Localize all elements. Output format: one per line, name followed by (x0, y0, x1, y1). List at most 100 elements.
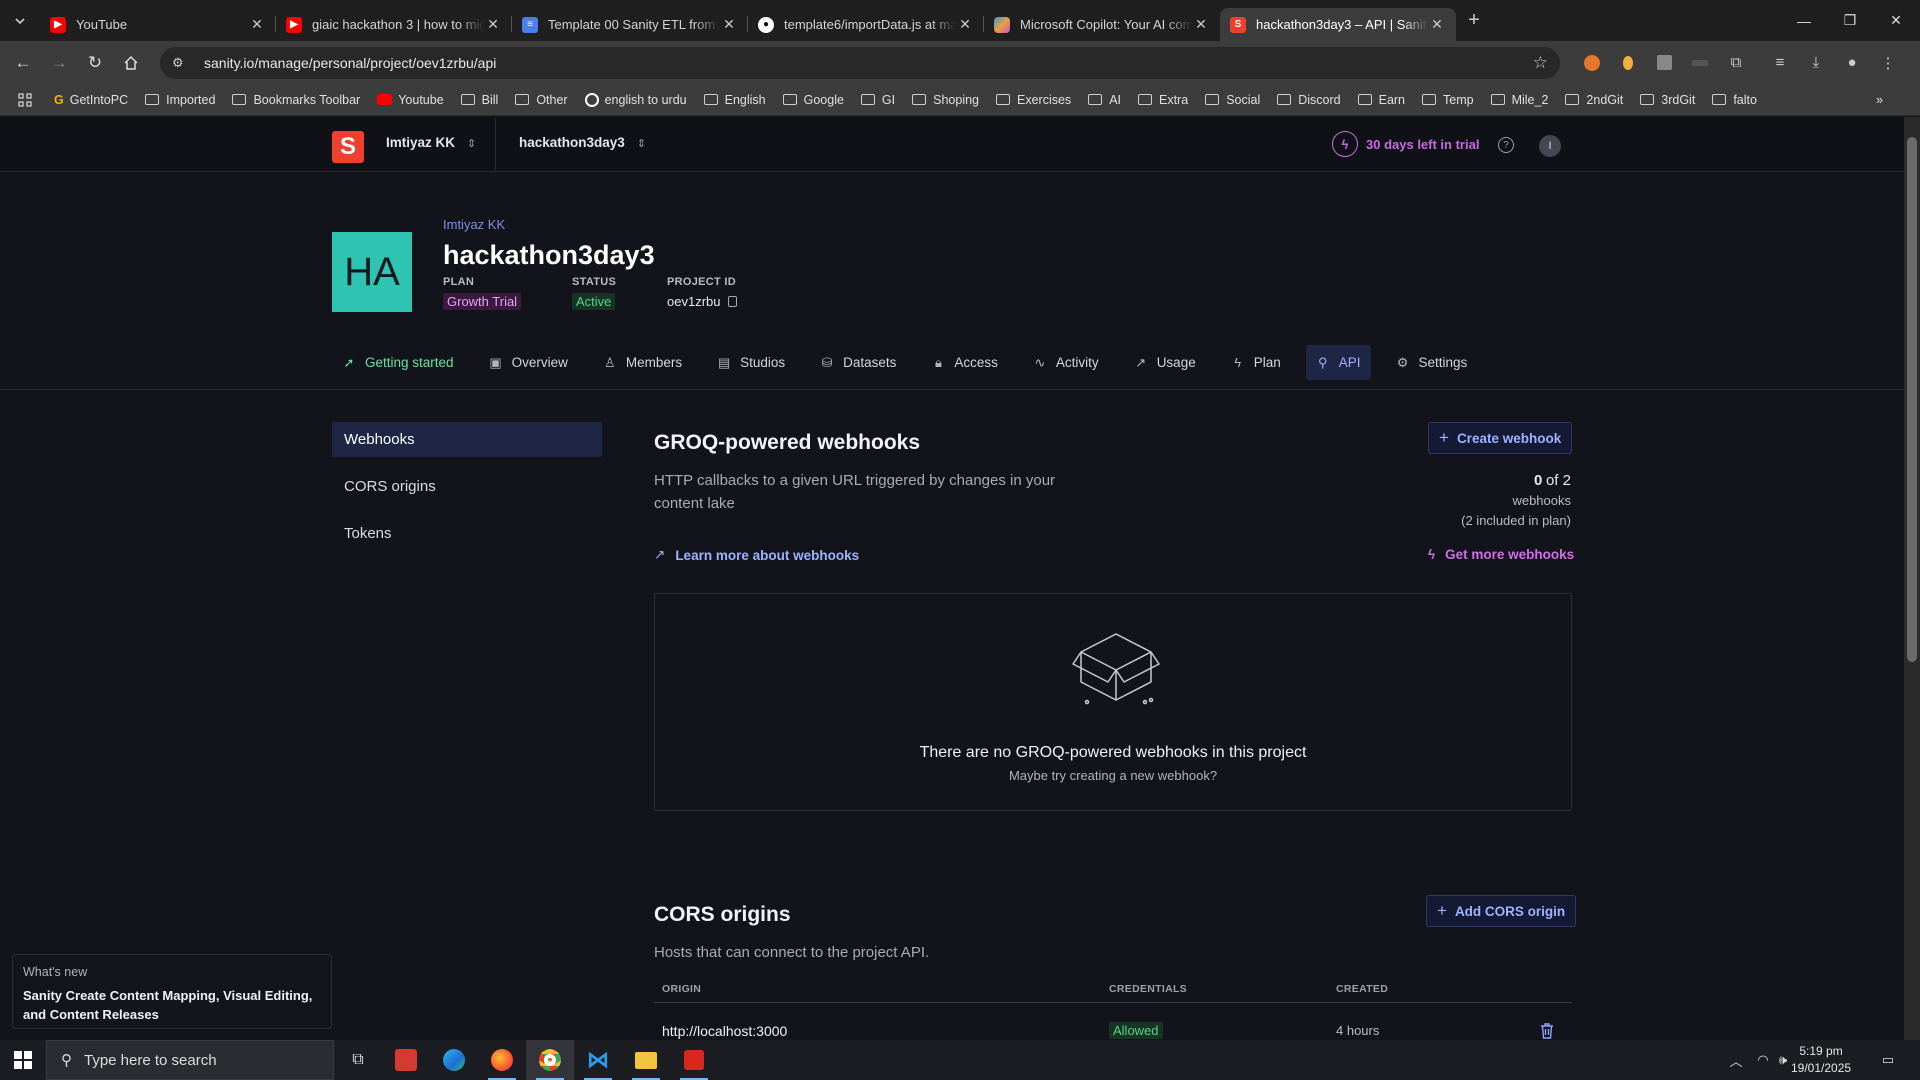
bookmarks-overflow-icon[interactable]: » (1876, 93, 1883, 107)
bookmark-item[interactable]: AI (1088, 93, 1121, 107)
tab-api[interactable]: ⚲ API (1305, 345, 1371, 380)
bookmark-item[interactable]: Earn (1357, 93, 1405, 107)
back-button[interactable]: ← (8, 48, 38, 78)
bookmark-item[interactable]: Imported (145, 93, 215, 107)
close-window-button[interactable]: ✕ (1873, 0, 1919, 41)
tab-activity[interactable]: ∿ Activity (1023, 345, 1109, 380)
tab-datasets[interactable]: ⛁ Datasets (810, 345, 906, 380)
copy-icon[interactable] (728, 296, 738, 307)
bookmark-item[interactable]: Mile_2 (1490, 93, 1548, 107)
bookmark-item[interactable]: 2ndGit (1565, 93, 1623, 107)
add-cors-origin-button[interactable]: + Add CORS origin (1426, 895, 1577, 927)
bookmark-star-icon[interactable]: ☆ (1533, 53, 1548, 73)
tab-getting-started[interactable]: ➚ Getting started (332, 345, 464, 380)
tab-access[interactable]: 🔒︎ Access (921, 345, 1008, 380)
acrobat-icon[interactable] (670, 1040, 718, 1080)
org-switcher[interactable]: Imtiyaz KK ⇕ (386, 135, 476, 150)
trial-indicator[interactable]: ϟ 30 days left in trial (1332, 131, 1479, 157)
tab-usage[interactable]: ↗ Usage (1124, 345, 1206, 380)
sanity-logo[interactable]: S (332, 131, 364, 163)
chrome-icon[interactable] (526, 1040, 574, 1080)
project-org-link[interactable]: Imtiyaz KK (443, 217, 505, 232)
bookmark-item[interactable]: Other (515, 93, 568, 107)
browser-tab[interactable]: Microsoft Copilot: Your AI comp ✕ (984, 8, 1220, 41)
close-tab-icon[interactable]: ✕ (1192, 16, 1210, 33)
bookmark-item[interactable]: Extra (1138, 93, 1188, 107)
extension-icon[interactable] (1610, 55, 1646, 70)
minimize-button[interactable]: — (1781, 0, 1827, 41)
tab-overview[interactable]: ▣ Overview (479, 345, 578, 380)
site-info-icon[interactable]: ⚙ (172, 55, 190, 71)
extension-icon[interactable] (1574, 54, 1610, 71)
bookmark-item[interactable]: Exercises (996, 93, 1071, 107)
restore-button[interactable]: ❐ (1827, 0, 1873, 41)
browser-tab-active[interactable]: S hackathon3day3 – API | Sanity.io ✕ (1220, 8, 1456, 41)
tab-members[interactable]: ♙ Members (593, 345, 692, 380)
scrollbar-thumb[interactable] (1907, 137, 1917, 662)
project-switcher[interactable]: hackathon3day3 ⇕ (519, 135, 646, 150)
close-tab-icon[interactable]: ✕ (956, 16, 974, 33)
trash-icon[interactable] (1540, 1023, 1554, 1039)
bookmark-item[interactable]: Temp (1422, 93, 1474, 107)
tray-chevron-icon[interactable]: ︿ (1726, 1040, 1746, 1080)
avatar[interactable]: I (1539, 135, 1561, 157)
page-scrollbar[interactable] (1904, 117, 1920, 1040)
tab-search-button[interactable] (0, 0, 40, 41)
volume-icon[interactable]: 🕪︎ (1773, 1040, 1793, 1080)
sidebar-item-webhooks[interactable]: Webhooks (332, 422, 602, 457)
extension-icon[interactable] (1646, 55, 1682, 70)
whats-new-card[interactable]: What's new Sanity Create Content Mapping… (12, 954, 332, 1029)
bookmark-item[interactable]: GI (860, 93, 895, 107)
close-tab-icon[interactable]: ✕ (720, 16, 738, 33)
tab-studios[interactable]: ▤ Studios (707, 345, 795, 380)
windows-start-button[interactable] (0, 1040, 46, 1080)
sidebar-item-tokens[interactable]: Tokens (332, 516, 602, 551)
bookmark-item[interactable]: Bill (460, 93, 498, 107)
get-more-webhooks-link[interactable]: ϟ Get more webhooks (1428, 547, 1574, 562)
bookmark-item[interactable]: Google (782, 93, 844, 107)
apps-grid-icon[interactable] (18, 92, 32, 107)
browser-tab[interactable]: ▶ YouTube ✕ (40, 8, 276, 41)
download-icon[interactable]: ⤓ (1798, 54, 1834, 71)
bookmark-item[interactable]: english to urdu (584, 92, 687, 107)
home-button[interactable] (116, 48, 146, 78)
sidebar-item-cors-origins[interactable]: CORS origins (332, 469, 602, 504)
url-text[interactable]: sanity.io/manage/personal/project/oev1zr… (204, 55, 1533, 71)
taskbar-search-box[interactable]: ⚲ Type here to search (46, 1040, 334, 1080)
tab-plan[interactable]: ϟ Plan (1221, 345, 1291, 380)
system-clock[interactable]: 5:19 pm 19/01/2025 (1791, 1043, 1851, 1077)
bookmark-item[interactable]: English (703, 93, 766, 107)
bookmark-item[interactable]: 3rdGit (1640, 93, 1695, 107)
task-view-icon[interactable]: ⧉ (334, 1040, 382, 1080)
forward-button[interactable]: → (44, 48, 74, 78)
vscode-icon[interactable]: ⋈ (574, 1040, 622, 1080)
extension-icon[interactable] (1682, 59, 1718, 66)
bookmark-item[interactable]: falto (1712, 93, 1757, 107)
reload-button[interactable]: ↻ (80, 48, 110, 78)
close-tab-icon[interactable]: ✕ (1428, 16, 1446, 33)
firefox-icon[interactable] (478, 1040, 526, 1080)
browser-menu-icon[interactable]: ⋮ (1870, 54, 1906, 72)
network-icon[interactable]: ◠ (1752, 1040, 1774, 1080)
profile-icon[interactable]: ● (1834, 54, 1870, 71)
notifications-icon[interactable]: ▭ (1876, 1040, 1900, 1080)
browser-tab[interactable]: ● template6/importData.js at main ✕ (748, 8, 984, 41)
extensions-puzzle-icon[interactable]: ⧉ (1718, 54, 1754, 71)
bookmark-item[interactable]: Social (1205, 93, 1260, 107)
bookmark-item[interactable]: Bookmarks Toolbar (232, 93, 360, 107)
tab-settings[interactable]: ⚙ Settings (1386, 345, 1478, 380)
bookmark-item[interactable]: Shoping (912, 93, 979, 107)
file-explorer-icon[interactable] (622, 1040, 670, 1080)
browser-tab[interactable]: ≡ Template 00 Sanity ETL from API ✕ (512, 8, 748, 41)
close-tab-icon[interactable]: ✕ (484, 16, 502, 33)
bookmark-item[interactable]: Discord (1277, 93, 1341, 107)
help-icon[interactable]: ? (1498, 137, 1514, 153)
create-webhook-button[interactable]: + Create webhook (1428, 422, 1573, 454)
close-tab-icon[interactable]: ✕ (248, 16, 266, 33)
learn-more-webhooks-link[interactable]: ↗ Learn more about webhooks (654, 547, 859, 563)
new-tab-button[interactable]: + (1456, 9, 1492, 32)
media-queue-icon[interactable]: ≡ (1762, 54, 1798, 71)
bookmark-item[interactable]: G GetIntoPC (54, 93, 128, 107)
url-bar[interactable]: ⚙ sanity.io/manage/personal/project/oev1… (160, 46, 1560, 79)
edge-icon[interactable] (430, 1040, 478, 1080)
